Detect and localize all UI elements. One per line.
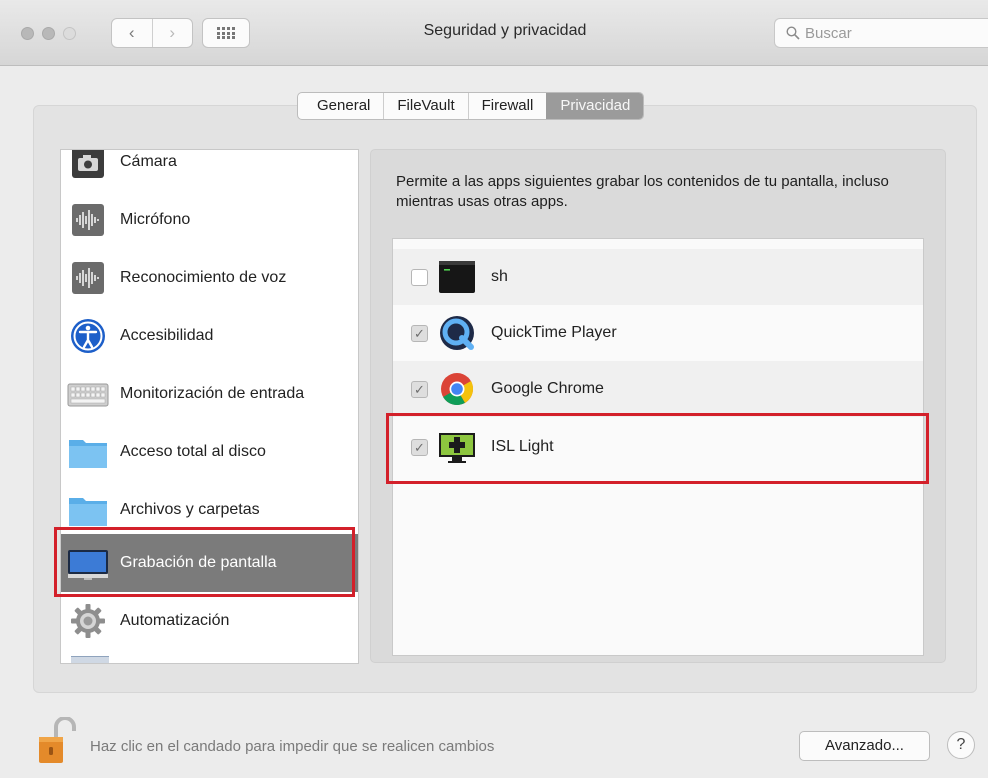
display-icon [66, 543, 110, 583]
folder-icon [66, 490, 110, 530]
category-accesibilidad[interactable]: Accesibilidad [61, 307, 358, 365]
close-window-button[interactable] [21, 27, 34, 40]
partial-next-category [71, 656, 109, 663]
forward-button[interactable]: › [151, 19, 193, 47]
chrome-icon [438, 370, 476, 408]
padlock-icon[interactable] [36, 716, 76, 765]
app-checkbox[interactable] [411, 268, 428, 286]
category-label: Monitorización de entrada [120, 385, 305, 402]
category-label: Acceso total al disco [120, 443, 266, 460]
app-checkbox[interactable]: ✓ [411, 324, 428, 342]
chevron-left-icon: ‹ [128, 23, 135, 42]
lock-hint-text: Haz clic en el candado para impedir que … [90, 738, 495, 755]
app-checkbox[interactable]: ✓ [411, 438, 428, 456]
category-archivos-carpetas[interactable]: Archivos y carpetas [61, 481, 358, 539]
category-label: Cámara [120, 153, 177, 170]
category-grabacion-pantalla[interactable]: Grabación de pantalla [61, 534, 358, 592]
show-all-button[interactable] [202, 18, 250, 48]
category-reconocimiento-voz[interactable]: Reconocimiento de voz [61, 249, 358, 307]
tab-bar: General FileVault Firewall Privacidad [297, 92, 645, 120]
help-button[interactable]: ? [947, 731, 975, 759]
folder-icon [66, 432, 110, 472]
tab-privacidad[interactable]: Privacidad [546, 93, 644, 119]
tab-general[interactable]: General [298, 93, 383, 119]
app-row-sh[interactable]: sh [393, 249, 923, 305]
zoom-window-button[interactable] [63, 27, 76, 40]
speech-recognition-icon [66, 258, 110, 298]
search-placeholder: Buscar [805, 24, 852, 42]
isl-light-icon [438, 428, 476, 466]
camera-icon [66, 150, 110, 182]
app-row-chrome[interactable]: ✓ Google Chrome [393, 361, 923, 417]
permission-description: Permite a las apps siguientes grabar los… [396, 173, 889, 210]
category-microfono[interactable]: Micrófono [61, 191, 358, 249]
terminal-icon [438, 258, 476, 296]
title-bar: ‹ › Seguridad y privacidad Buscar [0, 0, 988, 66]
back-button[interactable]: ‹ [112, 19, 152, 47]
category-monitorizacion-entrada[interactable]: Monitorización de entrada [61, 365, 358, 423]
search-field[interactable]: Buscar [774, 18, 988, 48]
accessibility-icon [66, 316, 110, 356]
category-label: Grabación de pantalla [120, 554, 277, 571]
search-icon [786, 26, 800, 40]
category-automatizacion[interactable]: Automatización [61, 592, 358, 650]
app-name: QuickTime Player [491, 324, 617, 341]
category-label: Automatización [120, 612, 230, 629]
chevron-right-icon: › [169, 23, 176, 42]
gear-icon [66, 601, 110, 641]
minimize-window-button[interactable] [42, 27, 55, 40]
advanced-button[interactable]: Avanzado... [799, 731, 930, 761]
app-row-quicktime[interactable]: ✓ QuickTime Player [393, 305, 923, 361]
category-acceso-total-disco[interactable]: Acceso total al disco [61, 423, 358, 481]
privacy-category-list[interactable]: Cámara Micrófono Reconocimiento de voz A… [60, 149, 359, 664]
category-label: Archivos y carpetas [120, 501, 260, 518]
app-name: ISL Light [491, 438, 554, 455]
tab-filevault[interactable]: FileVault [383, 93, 467, 119]
app-name: Google Chrome [491, 380, 604, 397]
keyboard-icon [66, 374, 110, 414]
quicktime-icon [438, 314, 476, 352]
microphone-icon [66, 200, 110, 240]
tab-firewall[interactable]: Firewall [467, 93, 547, 119]
category-label: Reconocimiento de voz [120, 269, 287, 286]
app-checkbox[interactable]: ✓ [411, 380, 428, 398]
app-name: sh [491, 268, 508, 285]
app-row-isl-light[interactable]: ✓ ISL Light [393, 419, 923, 475]
grid-icon [217, 27, 235, 39]
category-camara[interactable]: Cámara [61, 150, 358, 191]
category-label: Accesibilidad [120, 327, 214, 344]
navigation-buttons: ‹ › [111, 18, 193, 48]
category-label: Micrófono [120, 211, 191, 228]
window-title: Seguridad y privacidad [423, 22, 587, 39]
app-list[interactable]: sh ✓ QuickTime Player ✓ Google Chrome ✓ … [392, 238, 924, 656]
